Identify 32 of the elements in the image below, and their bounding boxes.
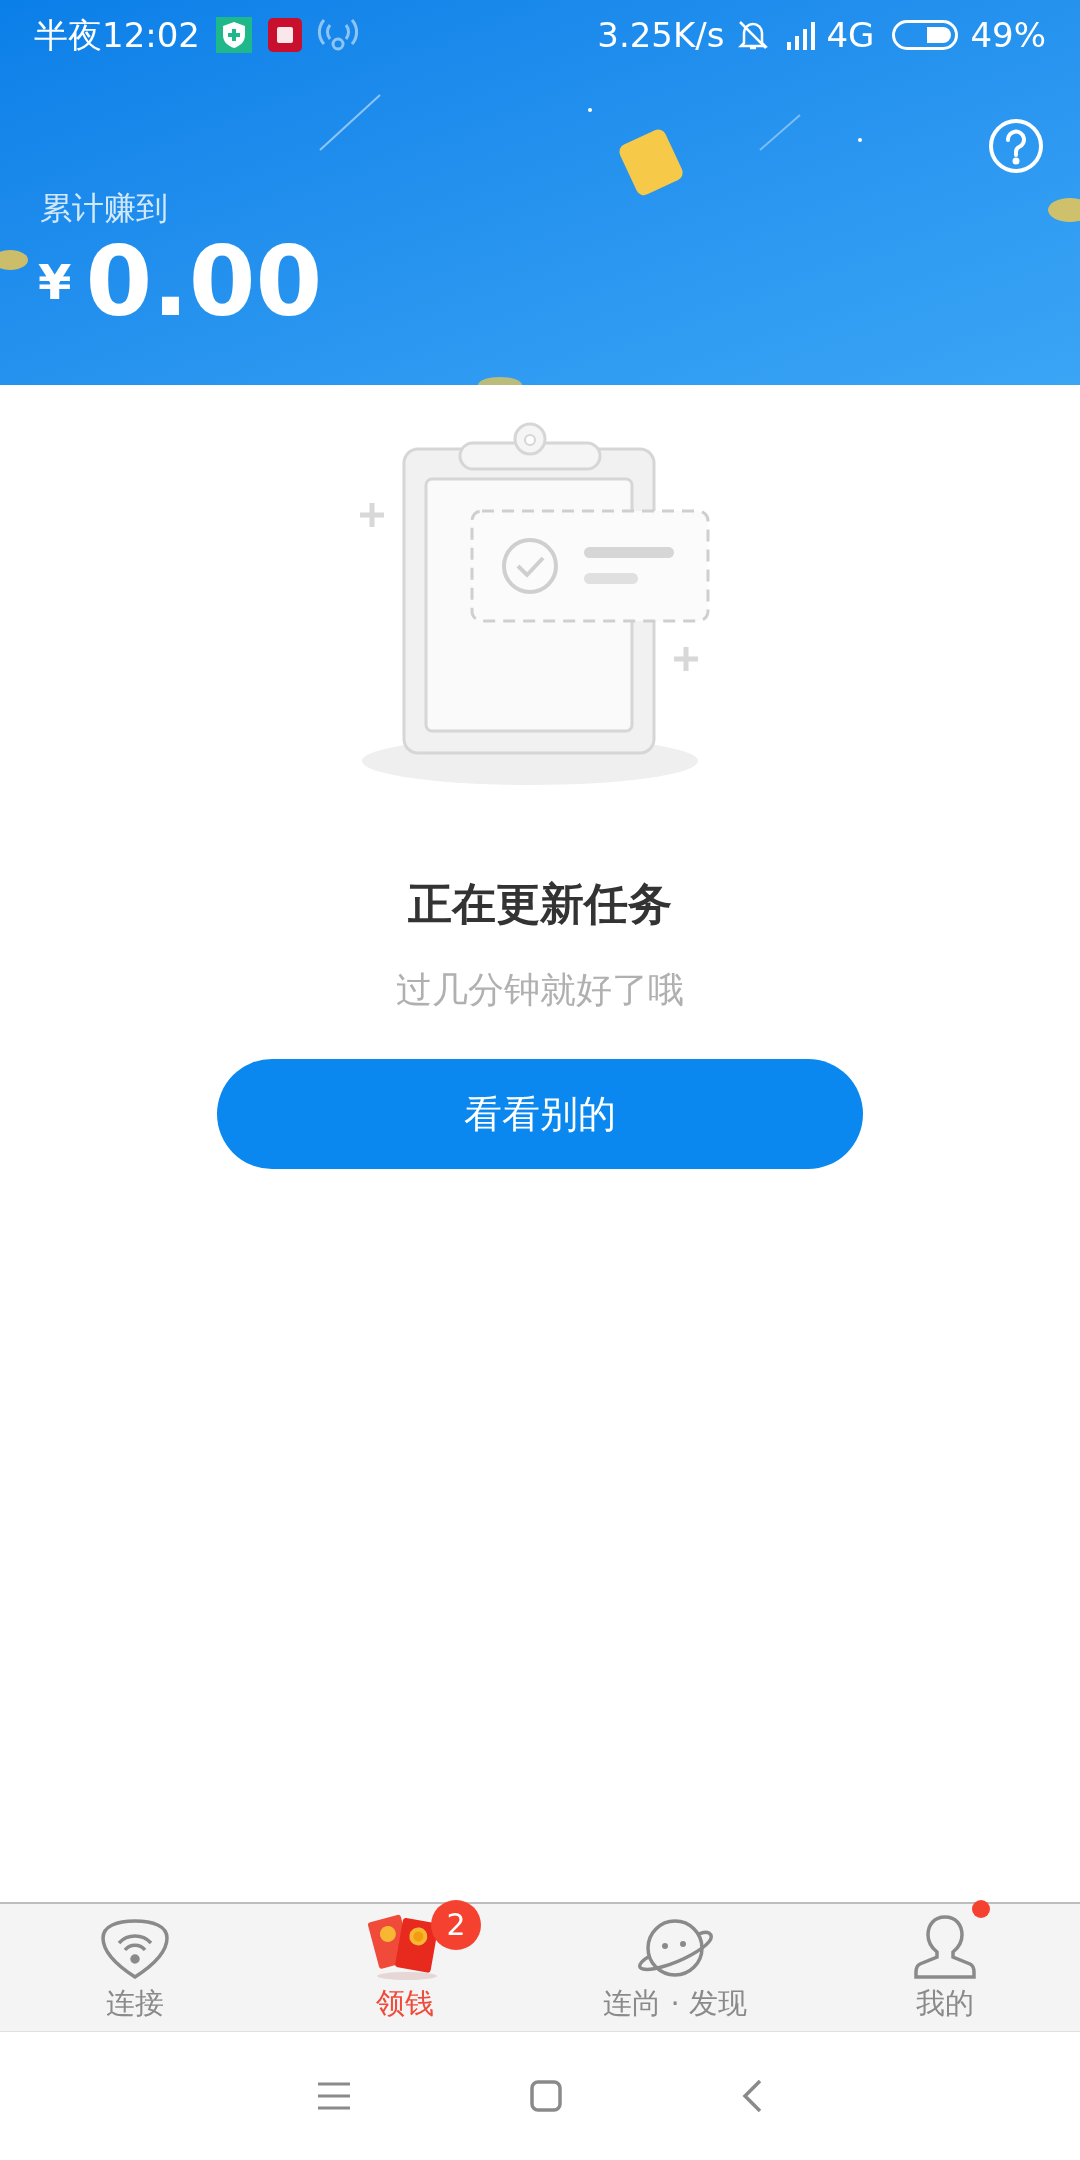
home-icon[interactable] [530, 2080, 562, 2112]
menu-icon[interactable] [318, 2081, 350, 2111]
wifi-icon [99, 1917, 171, 1980]
help-icon[interactable] [988, 118, 1044, 174]
star-dot [588, 108, 592, 112]
coin-icon [1048, 198, 1080, 222]
nav-tab[interactable]: 我的 [810, 1904, 1080, 2031]
nav-tab[interactable]: 连尚 · 发现 [540, 1904, 810, 2031]
person-icon [914, 1913, 976, 1980]
battery-icon [892, 20, 959, 50]
status-time: 半夜12:02 [34, 13, 200, 57]
shooting-star-line [759, 114, 801, 151]
empty-subtitle: 过几分钟就好了哦 [396, 968, 684, 1012]
earned-label: 累计赚到 [40, 192, 169, 224]
shooting-star-line [319, 94, 381, 151]
browse-button[interactable]: 看看别的 [217, 1059, 863, 1169]
back-icon[interactable] [742, 2079, 762, 2113]
signal-icon [786, 20, 817, 50]
coin-icon [478, 377, 522, 385]
earned-amount: 0.00 [85, 234, 323, 330]
network-type: 4G [826, 13, 875, 57]
count-badge: 2 [431, 1899, 481, 1950]
nav-tab[interactable]: 连接 [0, 1904, 270, 2031]
network-speed: 3.25K/s [597, 13, 725, 57]
currency-symbol: ¥ [38, 253, 72, 312]
app-icon [268, 18, 302, 52]
battery-percent: 49% [970, 13, 1046, 57]
coin-icon [0, 250, 28, 270]
empty-title: 正在更新任务 [408, 877, 672, 931]
star-dot [858, 138, 862, 142]
shield-icon [216, 17, 252, 53]
hotspot-icon [318, 17, 358, 53]
